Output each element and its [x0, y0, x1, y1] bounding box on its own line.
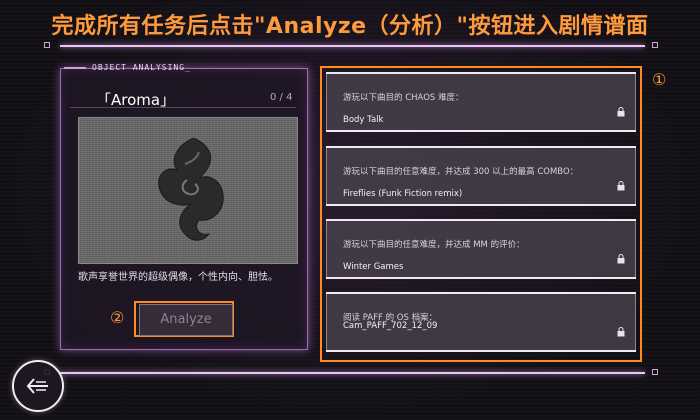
quest-item[interactable]: 游玩以下曲目的 CHAOS 难度： Body Talk	[326, 72, 636, 132]
quest-song: Winter Games	[343, 262, 404, 272]
panel-header: OBJECT ANALYSING_	[92, 63, 191, 72]
quest-item[interactable]: 游玩以下曲目的任意难度，并达成 300 以上的最高 COMBO： Firefli…	[326, 146, 636, 206]
bottom-frame-line	[60, 372, 645, 374]
quest-song: Body Talk	[343, 115, 384, 125]
character-description: 歌声享誉世界的超级偶像，个性内向、胆怯。	[78, 272, 278, 283]
top-frame-line	[60, 45, 645, 47]
character-image	[78, 117, 298, 264]
quest-song: Cam_PAFF_702_12_09	[343, 321, 438, 331]
lock-icon	[617, 181, 625, 191]
quest-item[interactable]: 阅读 PAFF 的 OS 档案： Cam_PAFF_702_12_09	[326, 292, 636, 352]
back-arrow-icon	[26, 378, 48, 394]
lock-icon	[617, 107, 625, 117]
quest-requirement: 游玩以下曲目的任意难度，并达成 MM 的评价：	[343, 240, 525, 250]
aroma-emblem-icon	[158, 137, 224, 241]
quest-progress: 0 / 4	[270, 92, 293, 103]
marker-two: ②	[110, 308, 125, 327]
frame-corner	[652, 42, 658, 48]
lock-icon	[617, 254, 625, 264]
quest-song: Fireflies (Funk Fiction remix)	[343, 189, 463, 199]
header-accent	[64, 67, 86, 69]
analyze-button[interactable]: Analyze	[139, 304, 233, 336]
quest-requirement: 游玩以下曲目的任意难度，并达成 300 以上的最高 COMBO：	[343, 167, 579, 177]
frame-corner	[44, 42, 50, 48]
quest-item[interactable]: 游玩以下曲目的任意难度，并达成 MM 的评价： Winter Games	[326, 219, 636, 279]
quest-requirement: 游玩以下曲目的 CHAOS 难度：	[343, 93, 464, 103]
marker-one: ①	[652, 70, 667, 89]
panel-divider	[70, 107, 296, 108]
lock-icon	[617, 327, 625, 337]
frame-corner	[652, 369, 658, 375]
back-button[interactable]	[12, 360, 64, 412]
instruction-text: 完成所有任务后点击"Analyze（分析）"按钮进入剧情谱面	[51, 14, 649, 39]
